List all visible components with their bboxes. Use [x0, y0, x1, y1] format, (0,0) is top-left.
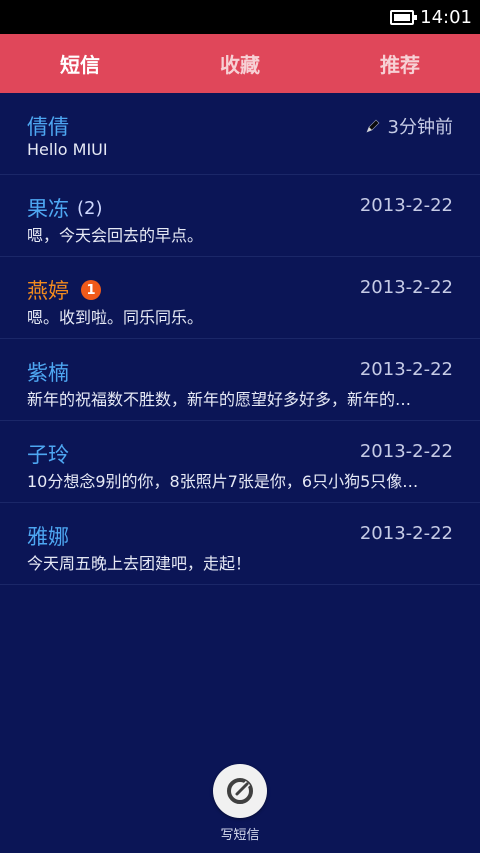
message-date: 2013-2-22: [359, 441, 453, 462]
contact-name: 雅娜: [27, 525, 69, 549]
message-preview: 今天周五晚上去团建吧，走起！: [27, 554, 252, 573]
tab-messages[interactable]: 短信: [0, 34, 160, 93]
status-time: 14:01: [420, 6, 472, 28]
compose-button[interactable]: [213, 764, 267, 818]
contact-name: 倩倩: [27, 115, 69, 139]
unread-badge: 1: [81, 280, 101, 300]
conversation-row[interactable]: 果冻 (2) 2013-2-22 嗯，今天会回去的早点。: [0, 175, 480, 257]
conversation-row[interactable]: 子玲 2013-2-22 10分想念9别的你，8张照片7张是你，6只小狗5只像…: [0, 421, 480, 503]
conversation-row[interactable]: 燕婷 1 2013-2-22 嗯。收到啦。同乐同乐。: [0, 257, 480, 339]
tab-bar: 短信 收藏 推荐: [0, 34, 480, 93]
tab-recommended[interactable]: 推荐: [320, 34, 480, 93]
draft-pencil-icon: [366, 119, 379, 133]
compose-icon: [227, 778, 253, 804]
battery-icon: [390, 9, 418, 25]
compose-label: 写短信: [220, 828, 260, 843]
thread-count: (2): [77, 197, 103, 219]
conversation-row[interactable]: 雅娜 2013-2-22 今天周五晚上去团建吧，走起！: [0, 503, 480, 585]
contact-name: 紫楠: [27, 361, 69, 385]
conversation-list: 倩倩 3分钟前 Hello MIUI 果冻 (2) 2013-2-22 嗯，今天…: [0, 93, 480, 585]
message-time: 3分钟前: [366, 113, 453, 139]
conversation-row[interactable]: 紫楠 2013-2-22 新年的祝福数不胜数，新年的愿望好多好多，新年的…: [0, 339, 480, 421]
contact-name: 燕婷 1: [27, 275, 101, 305]
message-date: 2013-2-22: [359, 523, 453, 544]
message-preview: 嗯，今天会回去的早点。: [27, 226, 204, 245]
conversation-row[interactable]: 倩倩 3分钟前 Hello MIUI: [0, 93, 480, 175]
contact-name: 果冻 (2): [27, 197, 103, 221]
contact-name: 子玲: [27, 443, 69, 467]
message-date: 2013-2-22: [359, 277, 453, 298]
message-preview: 新年的祝福数不胜数，新年的愿望好多好多，新年的…: [27, 390, 412, 409]
message-preview: 10分想念9别的你，8张照片7张是你，6只小狗5只像…: [27, 472, 419, 491]
message-preview: 嗯。收到啦。同乐同乐。: [27, 308, 204, 327]
message-preview: Hello MIUI: [27, 140, 108, 159]
message-date: 2013-2-22: [359, 359, 453, 380]
tab-favorites[interactable]: 收藏: [160, 34, 320, 93]
message-date: 2013-2-22: [359, 195, 453, 216]
status-bar: 14:01: [0, 0, 480, 34]
